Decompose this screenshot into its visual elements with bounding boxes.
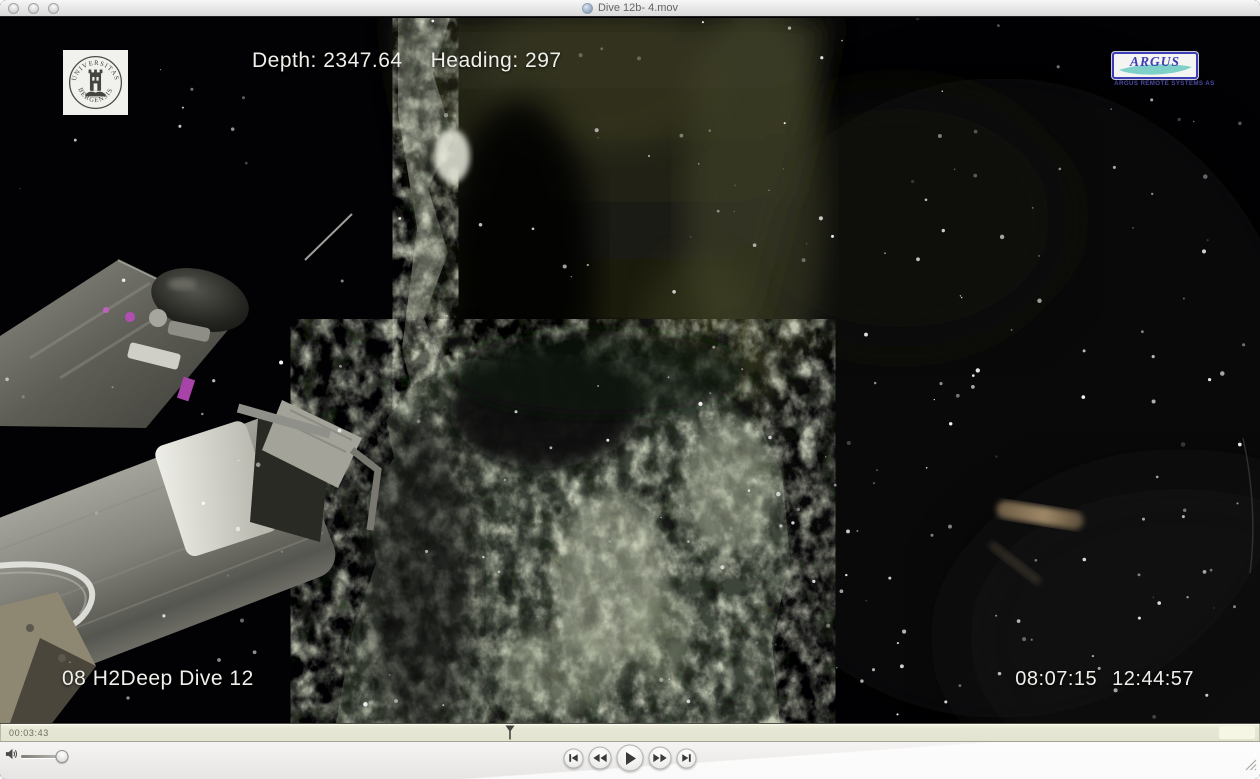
transport-controls <box>564 745 697 772</box>
jump-to-start-button[interactable] <box>564 748 584 768</box>
timeline-track[interactable]: 00:03:43 <box>0 723 1260 742</box>
close-button[interactable] <box>8 3 19 14</box>
depth-readout: Depth: 2347.64 <box>252 49 403 73</box>
rewind-icon <box>593 753 608 764</box>
timestamp-primary: 08:07:15 <box>1015 668 1097 691</box>
timecode-display: 00:03:43 <box>9 728 49 738</box>
window-titlebar[interactable]: Dive 12b- 4.mov <box>0 0 1260 17</box>
selection-marker[interactable] <box>48 734 57 740</box>
minimize-button[interactable] <box>28 3 39 14</box>
underwater-scene <box>0 18 1260 723</box>
traffic-lights <box>8 3 59 14</box>
fast-forward-icon <box>653 753 668 764</box>
telemetry-overlay: Depth: 2347.64 Heading: 297 <box>252 49 562 73</box>
volume-slider[interactable] <box>21 755 69 758</box>
rewind-button[interactable] <box>589 747 612 770</box>
volume-knob[interactable] <box>55 750 68 763</box>
quicktime-window: Dive 12b- 4.mov <box>0 0 1260 779</box>
play-button[interactable] <box>617 745 644 772</box>
quicktime-doc-icon <box>582 3 593 14</box>
play-icon <box>624 751 636 765</box>
timestamp-overlay: 08:07:15 12:44:57 <box>1015 668 1194 691</box>
fast-forward-button[interactable] <box>649 747 672 770</box>
argus-wordmark: ARGUS <box>1129 54 1180 69</box>
volume-control <box>5 747 69 766</box>
window-title-group: Dive 12b- 4.mov <box>582 2 678 14</box>
seal-tower-emblem <box>85 70 105 97</box>
heading-readout: Heading: 297 <box>431 49 562 73</box>
university-of-bergen-seal: UNIVERSITAS BERGENSIS <box>63 50 128 115</box>
jump-to-end-icon <box>681 753 693 764</box>
control-bar <box>0 742 1260 779</box>
argus-logo: ARGUS ARGUS REMOTE SYSTEMS AS <box>1112 52 1198 87</box>
jump-to-end-button[interactable] <box>677 748 697 768</box>
timestamp-secondary: 12:44:57 <box>1112 668 1194 691</box>
dive-label-overlay: 08 H2Deep Dive 12 <box>62 667 254 691</box>
rov-manipulator <box>0 214 378 723</box>
zoom-button[interactable] <box>48 3 59 14</box>
jump-to-start-icon <box>568 753 580 764</box>
vent-chimney <box>336 331 790 723</box>
argus-subtitle: ARGUS REMOTE SYSTEMS AS <box>1114 80 1196 87</box>
speaker-icon[interactable] <box>5 747 18 766</box>
playhead[interactable] <box>505 725 515 740</box>
window-title: Dive 12b- 4.mov <box>598 2 678 14</box>
argus-logo-box: ARGUS <box>1112 52 1198 79</box>
video-frame: Depth: 2347.64 Heading: 297 UNIVERSITAS … <box>0 18 1260 723</box>
timeline-endcap <box>1219 726 1255 739</box>
resize-grip[interactable] <box>1244 758 1257 776</box>
